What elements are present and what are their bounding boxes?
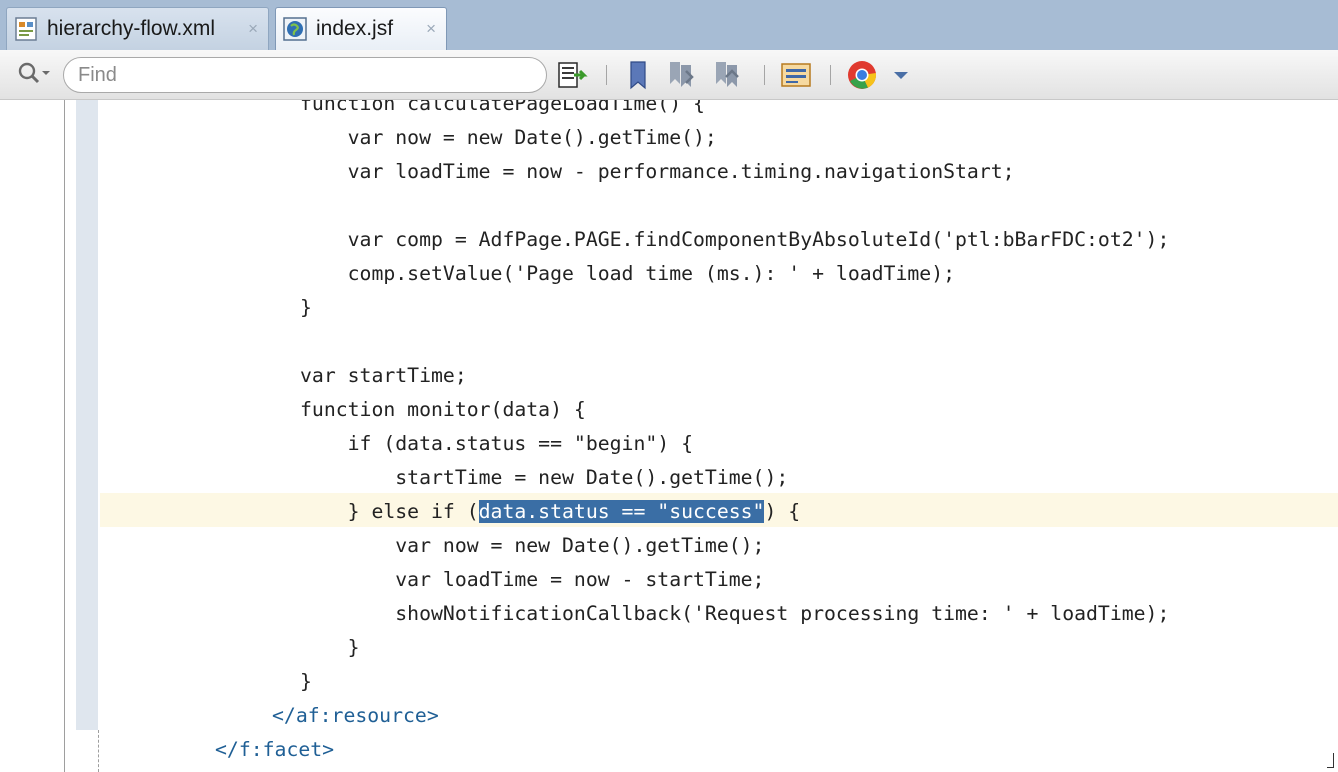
- code-line: }: [300, 636, 360, 659]
- close-tab-icon[interactable]: ×: [248, 19, 258, 39]
- editor-toolbar: [0, 50, 1338, 100]
- search-icon[interactable]: [16, 60, 52, 88]
- tab-hierarchy-flow[interactable]: hierarchy-flow.xml ×: [6, 7, 269, 50]
- code-line: }: [300, 296, 312, 319]
- next-bookmark-icon[interactable]: [666, 59, 698, 91]
- toolbar-separator: [830, 65, 831, 85]
- toolbar-separator: [764, 65, 765, 85]
- find-input[interactable]: [63, 57, 547, 93]
- code-line: comp.setValue('Page load time (ms.): ' +…: [300, 262, 956, 285]
- code-line: var comp = AdfPage.PAGE.findComponentByA…: [300, 228, 1170, 251]
- source-view-icon[interactable]: [780, 59, 812, 91]
- code-line: startTime = new Date().getTime();: [300, 466, 789, 489]
- gutter-border: [64, 100, 65, 772]
- fold-guide: [98, 730, 99, 772]
- code-line: var startTime;: [300, 364, 467, 387]
- code-line: }: [300, 670, 312, 693]
- xml-file-icon: [15, 17, 37, 41]
- code-line-current: } else if (data.status == "success") {: [300, 500, 801, 523]
- code-line: var now = new Date().getTime();: [300, 126, 717, 149]
- tab-label: hierarchy-flow.xml: [47, 17, 216, 40]
- code-line: var loadTime = now - performance.timing.…: [300, 160, 1015, 183]
- code-line: function monitor(data) {: [300, 398, 586, 421]
- code-line-tag: </af:resource>: [272, 704, 439, 727]
- code-line: if (data.status == "begin") {: [300, 432, 694, 455]
- globe-page-icon: [283, 17, 307, 41]
- code-line: var loadTime = now - startTime;: [300, 568, 765, 591]
- dropdown-arrow-icon[interactable]: [890, 59, 912, 91]
- close-tab-icon[interactable]: ×: [426, 19, 436, 39]
- editor-tab-bar: hierarchy-flow.xml × index.jsf ×: [0, 0, 1338, 50]
- previous-bookmark-icon[interactable]: [712, 59, 744, 91]
- code-line: var now = new Date().getTime();: [300, 534, 765, 557]
- code-fold-margin[interactable]: [76, 100, 98, 730]
- code-line: function calculatePageLoadTime() {: [300, 100, 705, 115]
- code-line-tag: </f:facet>: [215, 738, 335, 761]
- code-line: showNotificationCallback('Request proces…: [300, 602, 1170, 625]
- tab-label: index.jsf: [316, 17, 394, 40]
- bookmark-icon[interactable]: [622, 59, 654, 91]
- toggle-line-numbers-icon[interactable]: [556, 59, 588, 91]
- toolbar-separator: [606, 65, 607, 85]
- tab-index-jsf[interactable]: index.jsf ×: [275, 7, 447, 50]
- chrome-browser-icon[interactable]: [846, 59, 878, 91]
- code-editor[interactable]: function calculatePageLoadTime() { var n…: [0, 100, 1338, 772]
- corner-mark: [1327, 753, 1334, 768]
- text-selection: data.status == "success": [478, 500, 765, 523]
